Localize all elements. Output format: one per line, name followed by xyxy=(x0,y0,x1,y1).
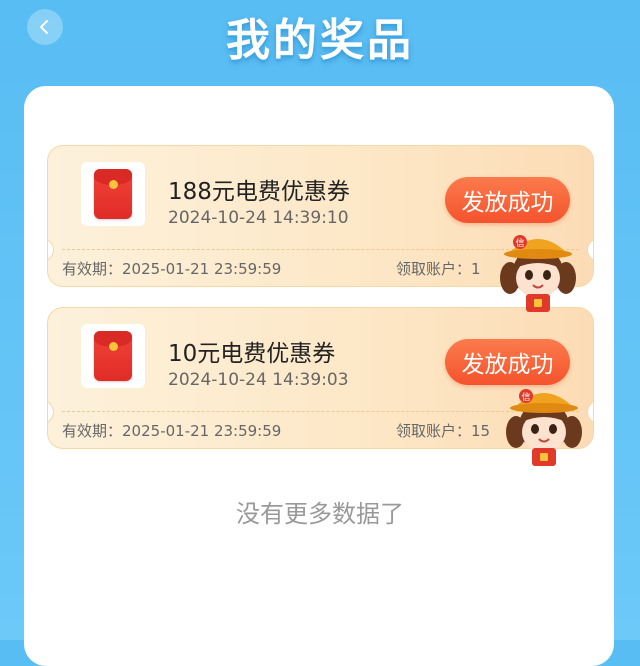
account-label: 领取账户： xyxy=(396,260,472,278)
expire-label: 有效期： xyxy=(62,422,123,440)
ticket-notch xyxy=(587,238,593,262)
prize-time: 2024-10-24 14:39:03 xyxy=(168,370,349,390)
expire-value: 2025-01-21 23:59:59 xyxy=(122,422,282,440)
no-more-data-text: 没有更多数据了 xyxy=(236,500,404,528)
ticket-notch xyxy=(48,400,54,424)
prize-name: 10元电费优惠券 xyxy=(168,341,336,367)
ticket-notch xyxy=(48,238,54,262)
expire-label: 有效期： xyxy=(62,260,123,278)
account-info: 领取账户：15 xyxy=(396,420,490,441)
account-label: 领取账户： xyxy=(396,422,472,440)
prize-time: 2024-10-24 14:39:10 xyxy=(168,208,349,228)
status-button[interactable]: 发放成功 xyxy=(445,177,570,223)
prize-thumbnail xyxy=(81,162,145,226)
expire-date: 有效期：2025-01-21 23:59:59 xyxy=(62,258,281,279)
expire-date: 有效期：2025-01-21 23:59:59 xyxy=(62,420,281,441)
prize-thumbnail xyxy=(81,324,145,388)
page-title: 我的奖品 xyxy=(226,15,414,66)
prize-name: 188元电费优惠券 xyxy=(168,179,350,205)
expire-value: 2025-01-21 23:59:59 xyxy=(122,260,282,278)
red-envelope-icon xyxy=(94,331,132,381)
account-value: 1 xyxy=(471,260,481,278)
red-envelope-icon xyxy=(94,169,132,219)
mascot-hat-text: 信 xyxy=(521,391,530,403)
mascot-icon: 信 xyxy=(506,389,582,466)
account-value: 15 xyxy=(471,422,491,440)
mascot-icon: 信 xyxy=(500,235,576,312)
account-info: 领取账户：1 xyxy=(396,258,481,279)
mascot-hat-text: 信 xyxy=(515,237,524,249)
